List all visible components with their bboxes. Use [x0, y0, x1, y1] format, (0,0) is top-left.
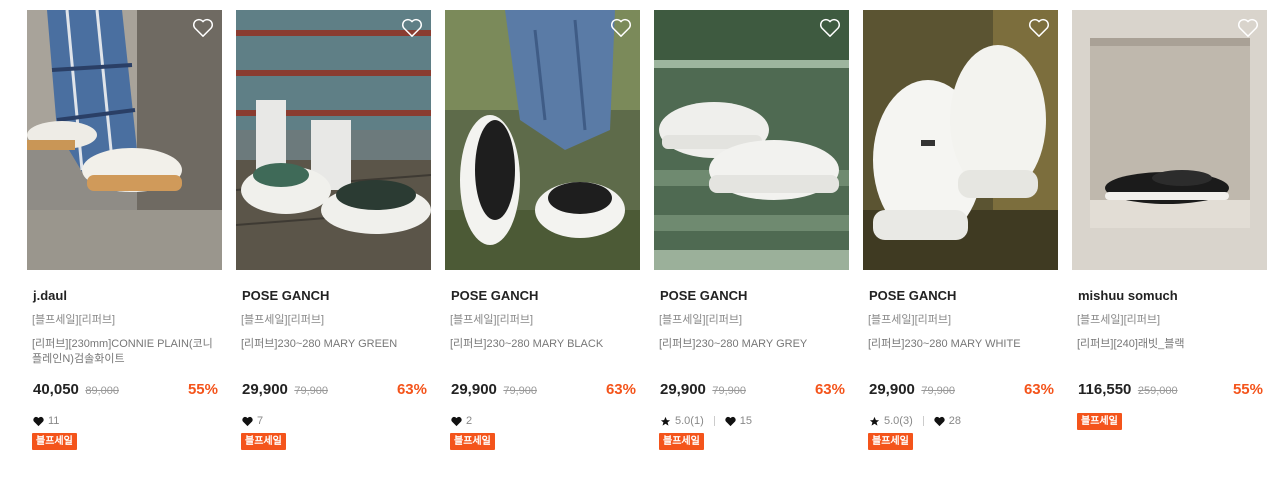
sale-badge: 블프세일 [868, 433, 913, 450]
product-card[interactable]: POSE GANCH [블프세일][리퍼브] [리퍼브]230~280 MARY… [445, 10, 640, 450]
brand-name[interactable]: POSE GANCH [445, 288, 640, 304]
sale-badge: 블프세일 [32, 433, 77, 450]
sale-badge: 블프세일 [450, 433, 495, 450]
heart-filled-icon [242, 416, 253, 426]
rating: 5.0(1) [675, 415, 704, 427]
discount-rate: 55% [1232, 381, 1263, 398]
product-card[interactable]: POSE GANCH [블프세일][리퍼브] [리퍼브]230~280 MARY… [863, 10, 1058, 450]
product-card[interactable]: POSE GANCH [블프세일][리퍼브] [리퍼브]230~280 MARY… [236, 10, 431, 450]
product-tags: [블프세일][리퍼브] [868, 314, 952, 326]
divider [922, 416, 924, 426]
discount-rate: 63% [1023, 381, 1054, 398]
brand-name[interactable]: POSE GANCH [654, 288, 849, 304]
product-photo [27, 10, 222, 270]
price-row: 29,900 79,900 63% [654, 381, 849, 401]
product-image[interactable] [654, 10, 849, 270]
product-meta: 2 [445, 413, 640, 429]
wishlist-heart-icon[interactable] [610, 18, 632, 38]
product-card[interactable]: j.daul [블프세일][리퍼브] [리퍼브][230mm]CONNIE PL… [27, 10, 222, 450]
heart-filled-icon [33, 416, 44, 426]
sale-badge: 블프세일 [659, 433, 704, 450]
product-name[interactable]: [리퍼브]230~280 MARY GREY [654, 337, 849, 367]
product-photo [863, 10, 1058, 270]
price-row: 40,050 89,000 55% [27, 381, 222, 401]
original-price: 79,900 [712, 385, 746, 397]
wishlist-heart-icon[interactable] [1237, 18, 1259, 38]
price-row: 116,550 259,000 55% [1072, 381, 1267, 401]
heart-filled-icon [725, 416, 736, 426]
discount-rate: 63% [396, 381, 427, 398]
product-image[interactable] [1072, 10, 1267, 270]
product-tags: [블프세일][리퍼브] [1077, 314, 1161, 326]
like-count: 2 [466, 415, 473, 427]
product-photo [236, 10, 431, 270]
discount-rate: 63% [814, 381, 845, 398]
discount-rate: 55% [187, 381, 218, 398]
product-grid: j.daul [블프세일][리퍼브] [리퍼브][230mm]CONNIE PL… [27, 10, 1267, 450]
product-name[interactable]: [리퍼브][230mm]CONNIE PLAIN(코니플레인N)검솔화이트 [27, 337, 222, 367]
like-count: 15 [739, 415, 752, 427]
sale-price: 29,900 [869, 381, 915, 398]
brand-name[interactable]: POSE GANCH [863, 288, 1058, 304]
product-image[interactable] [445, 10, 640, 270]
product-image[interactable] [27, 10, 222, 270]
product-tags: [블프세일][리퍼브] [32, 314, 116, 326]
heart-filled-icon [451, 416, 462, 426]
product-card[interactable]: mishuu somuch [블프세일][리퍼브] [리퍼브][240]래빗_블… [1072, 10, 1267, 450]
like-count: 7 [257, 415, 264, 427]
original-price: 89,000 [85, 385, 119, 397]
product-photo [445, 10, 640, 270]
sale-price: 29,900 [242, 381, 288, 398]
price-row: 29,900 79,900 63% [445, 381, 640, 401]
product-name[interactable]: [리퍼브]230~280 MARY BLACK [445, 337, 640, 367]
original-price: 79,900 [921, 385, 955, 397]
wishlist-heart-icon[interactable] [192, 18, 214, 38]
wishlist-heart-icon[interactable] [401, 18, 423, 38]
like-count: 28 [948, 415, 961, 427]
brand-name[interactable]: POSE GANCH [236, 288, 431, 304]
wishlist-heart-icon[interactable] [1028, 18, 1050, 38]
product-tags: [블프세일][리퍼브] [659, 314, 743, 326]
product-meta: 11 [27, 413, 222, 429]
price-row: 29,900 79,900 63% [236, 381, 431, 401]
sale-price: 40,050 [33, 381, 79, 398]
star-icon [660, 416, 671, 426]
sale-price: 29,900 [451, 381, 497, 398]
product-image[interactable] [236, 10, 431, 270]
product-meta: 7 [236, 413, 431, 429]
product-name[interactable]: [리퍼브]230~280 MARY GREEN [236, 337, 431, 367]
brand-name[interactable]: j.daul [27, 288, 222, 304]
rating: 5.0(3) [884, 415, 913, 427]
star-icon [869, 416, 880, 426]
original-price: 79,900 [503, 385, 537, 397]
price-row: 29,900 79,900 63% [863, 381, 1058, 401]
sale-badge: 블프세일 [241, 433, 286, 450]
original-price: 79,900 [294, 385, 328, 397]
product-photo [1072, 10, 1267, 270]
product-photo [654, 10, 849, 270]
like-count: 11 [48, 415, 60, 427]
product-name[interactable]: [리퍼브][240]래빗_블랙 [1072, 337, 1267, 367]
product-name[interactable]: [리퍼브]230~280 MARY WHITE [863, 337, 1058, 367]
sale-badge: 블프세일 [1077, 413, 1122, 430]
wishlist-heart-icon[interactable] [819, 18, 841, 38]
product-image[interactable] [863, 10, 1058, 270]
brand-name[interactable]: mishuu somuch [1072, 288, 1267, 304]
product-meta: 5.0(1) 15 [654, 413, 849, 429]
sale-price: 116,550 [1078, 381, 1132, 398]
product-meta: 5.0(3) 28 [863, 413, 1058, 429]
product-tags: [블프세일][리퍼브] [450, 314, 534, 326]
heart-filled-icon [934, 416, 945, 426]
product-tags: [블프세일][리퍼브] [241, 314, 325, 326]
divider [713, 416, 715, 426]
sale-price: 29,900 [660, 381, 706, 398]
discount-rate: 63% [605, 381, 636, 398]
original-price: 259,000 [1137, 385, 1178, 397]
product-card[interactable]: POSE GANCH [블프세일][리퍼브] [리퍼브]230~280 MARY… [654, 10, 849, 450]
